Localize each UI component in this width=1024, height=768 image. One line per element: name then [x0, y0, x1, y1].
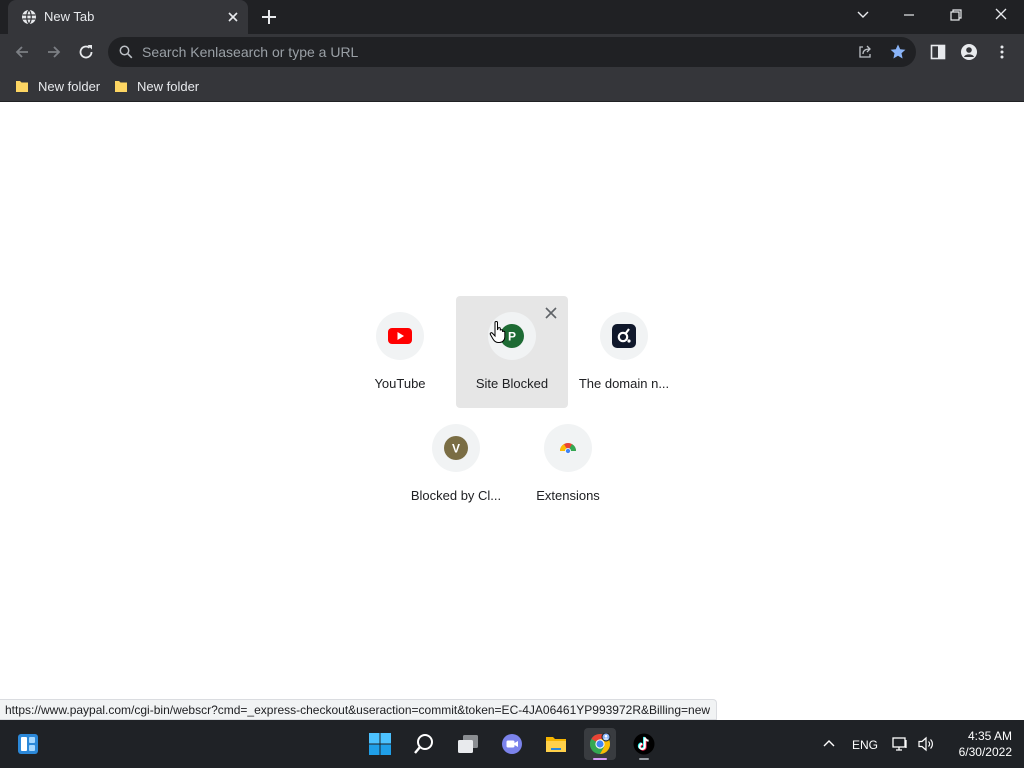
- tab-strip: New Tab: [0, 0, 1024, 34]
- close-tab-icon[interactable]: [225, 9, 241, 25]
- minimize-icon[interactable]: [897, 5, 921, 25]
- tab-title: New Tab: [44, 9, 95, 24]
- shortcut-tile[interactable]: P Site Blocked: [456, 296, 568, 408]
- task-view-icon: [458, 735, 478, 753]
- bookmarks-bar: New folder New folder: [0, 70, 1024, 102]
- shortcut-label: Site Blocked: [475, 376, 549, 391]
- domain-icon: [612, 324, 636, 348]
- clock-time: 4:35 AM: [967, 729, 1012, 743]
- taskbar: ENG: [0, 720, 1024, 768]
- avatar-letter: V: [452, 442, 460, 456]
- hand-cursor-icon: [489, 321, 506, 343]
- shortcut-tile[interactable]: Extensions: [512, 408, 624, 520]
- folder-icon: [115, 81, 127, 92]
- active-app-indicator: [593, 758, 607, 760]
- reload-icon[interactable]: [76, 42, 96, 62]
- volume-icon[interactable]: [917, 736, 935, 752]
- omnibox[interactable]: Search Kenlasearch or type a URL: [108, 37, 916, 67]
- shortcut-tile[interactable]: V Blocked by Cl...: [400, 408, 512, 520]
- widgets-icon: [18, 734, 38, 754]
- omnibox-placeholder: Search Kenlasearch or type a URL: [142, 44, 359, 60]
- chat-icon: [502, 734, 522, 754]
- share-icon[interactable]: [857, 44, 873, 60]
- shortcut-icon-circle: V: [432, 424, 480, 472]
- forward-icon[interactable]: [44, 42, 64, 62]
- menu-icon[interactable]: [993, 43, 1011, 61]
- new-tab-button[interactable]: [259, 7, 279, 27]
- widgets-button[interactable]: [12, 728, 44, 760]
- shortcut-icon-circle: [544, 424, 592, 472]
- chrome-icon: [590, 733, 611, 754]
- bookmark-label: New folder: [38, 78, 101, 94]
- chat-button[interactable]: [496, 728, 528, 760]
- toolbar: Search Kenlasearch or type a URL: [0, 34, 1024, 70]
- file-explorer-icon: [546, 737, 566, 752]
- start-icon: [369, 733, 391, 755]
- bookmark-label: New folder: [137, 78, 200, 94]
- back-icon[interactable]: [12, 42, 32, 62]
- remove-shortcut-icon[interactable]: [544, 306, 558, 320]
- tiktok-icon: [633, 733, 655, 755]
- shortcut-label: YouTube: [374, 376, 426, 391]
- shortcut-label: The domain n...: [578, 376, 670, 391]
- chrome-icon: [560, 443, 576, 454]
- search-icon: [414, 734, 433, 754]
- shortcut-tile[interactable]: YouTube: [344, 296, 456, 408]
- shortcut-label: Blocked by Cl...: [410, 488, 502, 503]
- bookmark-star-icon[interactable]: [889, 43, 907, 61]
- avatar-letter: P: [508, 330, 516, 344]
- clock-date: 6/30/2022: [958, 745, 1012, 759]
- chrome-taskbar-button[interactable]: [584, 728, 616, 760]
- network-icon[interactable]: [892, 736, 910, 752]
- tab-search-icon[interactable]: [851, 5, 875, 25]
- task-view-button[interactable]: [452, 728, 484, 760]
- letter-avatar-icon: V: [444, 436, 468, 460]
- profile-icon[interactable]: [960, 43, 978, 61]
- chevron-up-icon[interactable]: [822, 738, 836, 748]
- globe-icon: [22, 9, 36, 25]
- tab-new-tab[interactable]: New Tab: [8, 0, 248, 34]
- youtube-icon: [388, 328, 412, 344]
- bookmark-folder[interactable]: New folder: [114, 76, 199, 96]
- shortcut-icon-circle: [600, 312, 648, 360]
- language-indicator[interactable]: ENG: [852, 738, 878, 752]
- file-explorer-button[interactable]: [540, 728, 572, 760]
- system-clock[interactable]: 4:35 AM 6/30/2022: [944, 728, 1012, 760]
- taskbar-search-button[interactable]: [408, 728, 440, 760]
- search-icon: [119, 45, 133, 59]
- shortcut-label: Extensions: [536, 488, 600, 503]
- tiktok-button[interactable]: [628, 728, 660, 760]
- status-url-bubble: https://www.paypal.com/cgi-bin/webscr?cm…: [0, 699, 718, 720]
- shortcut-icon-circle: [376, 312, 424, 360]
- running-app-indicator: [639, 758, 649, 760]
- restore-icon[interactable]: [943, 5, 967, 25]
- shortcut-tile[interactable]: The domain n...: [568, 296, 680, 408]
- side-panel-icon[interactable]: [929, 43, 947, 61]
- folder-icon: [16, 81, 28, 92]
- bookmark-folder[interactable]: New folder: [15, 76, 100, 96]
- start-button[interactable]: [364, 728, 396, 760]
- close-window-icon[interactable]: [989, 5, 1013, 25]
